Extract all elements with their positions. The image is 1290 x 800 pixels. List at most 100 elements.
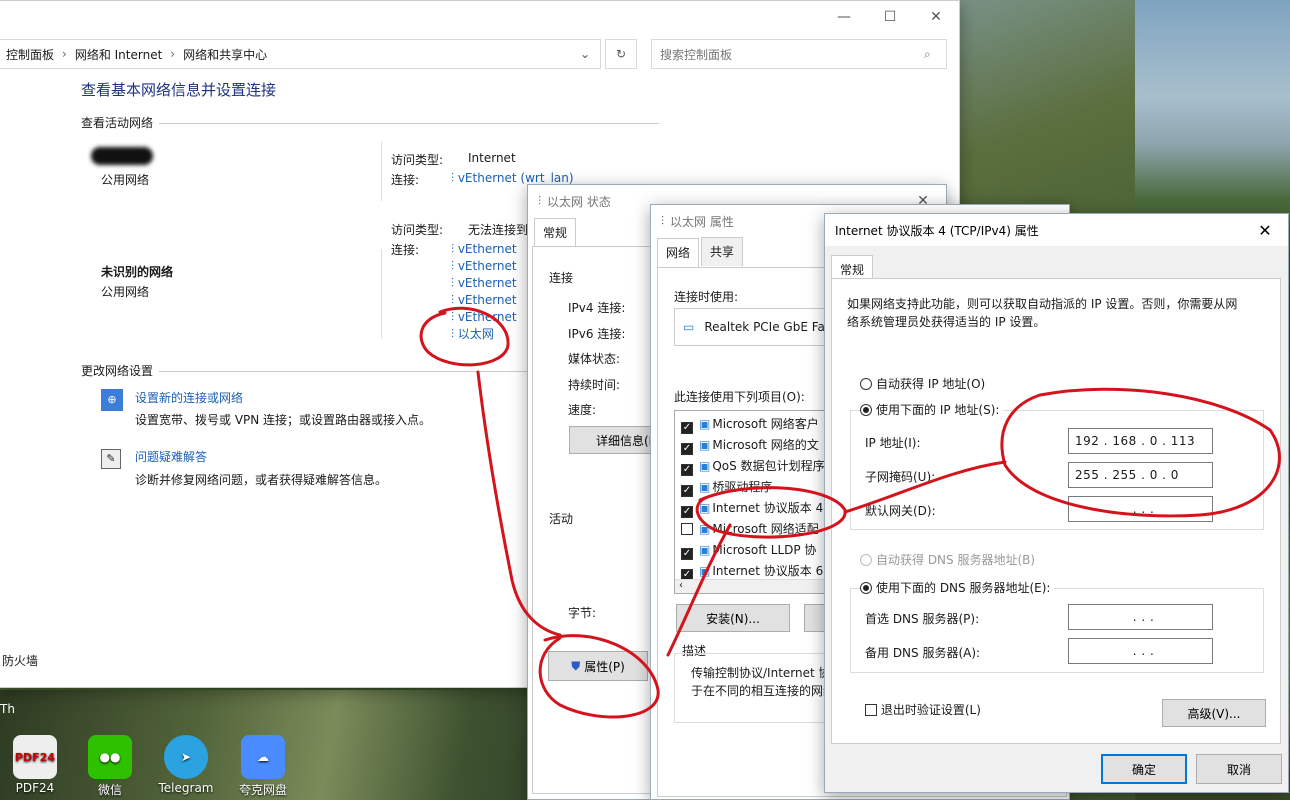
shield-icon: ⛊ — [571, 658, 581, 673]
alternate-dns-input[interactable]: . . . — [1068, 638, 1213, 664]
properties-button[interactable]: ⛊ 属性(P) — [548, 651, 648, 681]
ethernet-icon: ⫶ — [451, 293, 458, 307]
network-setup-icon: ⊕ — [101, 389, 123, 411]
checkbox-icon[interactable] — [681, 523, 693, 535]
sidebar-firewall-link[interactable]: 防火墙 — [2, 652, 38, 669]
minimize-button[interactable]: — — [821, 1, 867, 33]
tab-panel: 如果网络支持此功能，则可以获取自动指派的 IP 设置。否则，你需要从网络系统管理… — [831, 278, 1281, 744]
breadcrumb-sharing-center[interactable]: 网络和共享中心 — [183, 46, 267, 63]
network-component-icon: ▣ — [699, 480, 711, 494]
tab-sharing[interactable]: 共享 — [701, 237, 744, 266]
network-component-icon: ▣ — [699, 522, 711, 536]
subnet-mask-label: 子网掩码(U): — [865, 470, 936, 484]
desktop-icon-label: Telegram — [158, 781, 214, 795]
tab-general[interactable]: 常规 — [534, 218, 577, 247]
search-icon: ⌕ — [924, 46, 931, 61]
change-settings-title: 更改网络设置 — [81, 364, 154, 378]
checkbox-icon[interactable]: ✓ — [681, 443, 693, 455]
divider — [381, 249, 382, 339]
ipv4-connection-label: IPv4 连接: — [568, 301, 626, 315]
properties-button-label: 属性(P) — [584, 659, 625, 674]
network-component-icon: ▣ — [699, 459, 711, 473]
manual-dns-option[interactable]: 使用下面的 DNS 服务器地址(E): — [860, 579, 1055, 596]
network2-name: 未识别的网络 — [101, 265, 174, 279]
ok-button[interactable]: 确定 — [1101, 754, 1187, 784]
preferred-dns-label: 首选 DNS 服务器(P): — [865, 612, 980, 626]
breadcrumb-network-internet[interactable]: 网络和 Internet — [75, 46, 162, 63]
desktop-icon-pdf24[interactable]: PDF24 PDF24 — [0, 735, 70, 795]
cancel-button[interactable]: 取消 — [1196, 754, 1282, 784]
refresh-button[interactable]: ↻ — [605, 39, 637, 69]
checkbox-icon[interactable]: ✓ — [681, 506, 693, 518]
checkbox-icon[interactable]: ✓ — [681, 548, 693, 560]
checkbox-icon — [865, 704, 877, 716]
troubleshoot-icon: ✎ — [101, 449, 121, 469]
connection-link[interactable]: ⫶ vEthernet — [451, 241, 517, 258]
page-title: 查看基本网络信息并设置连接 — [81, 81, 277, 99]
ethernet-icon: ⫶ — [451, 242, 458, 256]
list-item-label: Microsoft LLDP 协 — [712, 543, 817, 557]
subnet-mask-input[interactable]: 255 . 255 . 0 . 0 — [1068, 462, 1213, 488]
dialog-title: Internet 协议版本 4 (TCP/IPv4) 属性 — [835, 223, 1039, 238]
troubleshoot-description: 诊断并修复网络问题，或者获得疑难解答信息。 — [135, 473, 388, 487]
ethernet-icon: ⫶ — [451, 276, 458, 290]
breadcrumb-control-panel[interactable]: 控制面板 — [6, 46, 54, 63]
preferred-dns-input[interactable]: . . . — [1068, 604, 1213, 630]
install-button[interactable]: 安装(N)... — [676, 604, 790, 632]
connection-label: 连接: — [391, 243, 420, 257]
auto-dns-option[interactable]: 自动获得 DNS 服务器地址(B) — [860, 551, 1035, 568]
desktop-icon-telegram[interactable]: ➤ Telegram — [151, 735, 221, 795]
connect-using-label: 连接时使用: — [674, 290, 739, 304]
validate-on-exit-checkbox[interactable]: 退出时验证设置(L) — [865, 701, 981, 718]
ethernet-icon: ⫶ — [451, 310, 458, 324]
ethernet-icon: ⫶ — [451, 259, 458, 273]
connection-link[interactable]: ⫶ vEthernet — [451, 292, 517, 309]
setup-description: 设置宽带、拨号或 VPN 连接；或设置路由器或接入点。 — [135, 413, 432, 427]
divider — [159, 123, 659, 124]
radio-selected-icon — [860, 582, 872, 594]
list-item-label: 桥驱动程序 — [712, 480, 773, 494]
network2-type: 公用网络 — [101, 285, 150, 299]
access-type-value: 无法连接到 — [468, 223, 529, 237]
checkbox-icon[interactable]: ✓ — [681, 464, 693, 476]
connection-link[interactable]: ⫶ vEthernet — [451, 258, 517, 275]
redacted-network-name — [91, 147, 153, 165]
connection-link[interactable]: ⫶ vEthernet — [451, 309, 517, 326]
checkbox-icon[interactable]: ✓ — [681, 422, 693, 434]
search-input[interactable]: 搜索控制面板 ⌕ — [651, 39, 947, 69]
manual-ip-option[interactable]: 使用下面的 IP 地址(S): — [860, 401, 1004, 418]
checkbox-icon[interactable]: ✓ — [681, 485, 693, 497]
desktop-icon-wechat[interactable]: ●● 微信 — [75, 735, 145, 798]
maximize-button[interactable]: ☐ — [867, 1, 913, 33]
close-button[interactable]: ✕ — [913, 1, 959, 33]
divider — [381, 141, 382, 201]
setup-connection-link[interactable]: 设置新的连接或网络 — [135, 389, 243, 406]
close-button[interactable]: ✕ — [1242, 214, 1288, 246]
network-component-icon: ▣ — [699, 417, 711, 431]
ip-address-label: IP 地址(I): — [865, 436, 921, 450]
network-component-icon: ▣ — [699, 438, 711, 452]
chevron-right-icon: › — [170, 47, 176, 61]
gateway-input[interactable]: . . . — [1068, 496, 1213, 522]
ip-address-input[interactable]: 192 . 168 . 0 . 113 — [1068, 428, 1213, 454]
connection-link[interactable]: ⫶ vEthernet — [451, 275, 517, 292]
ipv4-properties-dialog: Internet 协议版本 4 (TCP/IPv4) 属性 ✕ 常规 如果网络支… — [824, 213, 1289, 793]
desktop-icon-quark[interactable]: ☁ 夸克网盘 — [228, 735, 298, 798]
radio-icon — [860, 378, 872, 390]
advanced-button[interactable]: 高级(V)... — [1162, 699, 1266, 727]
breadcrumb[interactable]: 控制面板 › 网络和 Internet › 网络和共享中心 ⌄ — [0, 39, 601, 69]
tab-network[interactable]: 网络 — [657, 238, 700, 267]
media-state-label: 媒体状态: — [568, 352, 621, 366]
connection-link-ethernet[interactable]: ⫶ 以太网 — [451, 326, 517, 343]
troubleshoot-link[interactable]: 问题疑难解答 — [135, 448, 207, 465]
list-item-label: Microsoft 网络的文 — [712, 438, 819, 452]
desktop-icon-label: 夸克网盘 — [238, 783, 287, 797]
chevron-down-icon[interactable]: ⌄ — [580, 47, 600, 61]
list-item-label: Internet 协议版本 4 — [712, 501, 824, 515]
items-label: 此连接使用下列项目(O): — [674, 390, 805, 404]
auto-ip-option[interactable]: 自动获得 IP 地址(O) — [860, 375, 985, 392]
ethernet-icon: ⫶ — [451, 327, 458, 341]
telegram-icon: ➤ — [164, 735, 208, 779]
ethernet-icon: ⫶ — [538, 193, 542, 208]
connection-list: ⫶ vEthernet ⫶ vEthernet ⫶ vEthernet ⫶ vE… — [451, 241, 517, 343]
